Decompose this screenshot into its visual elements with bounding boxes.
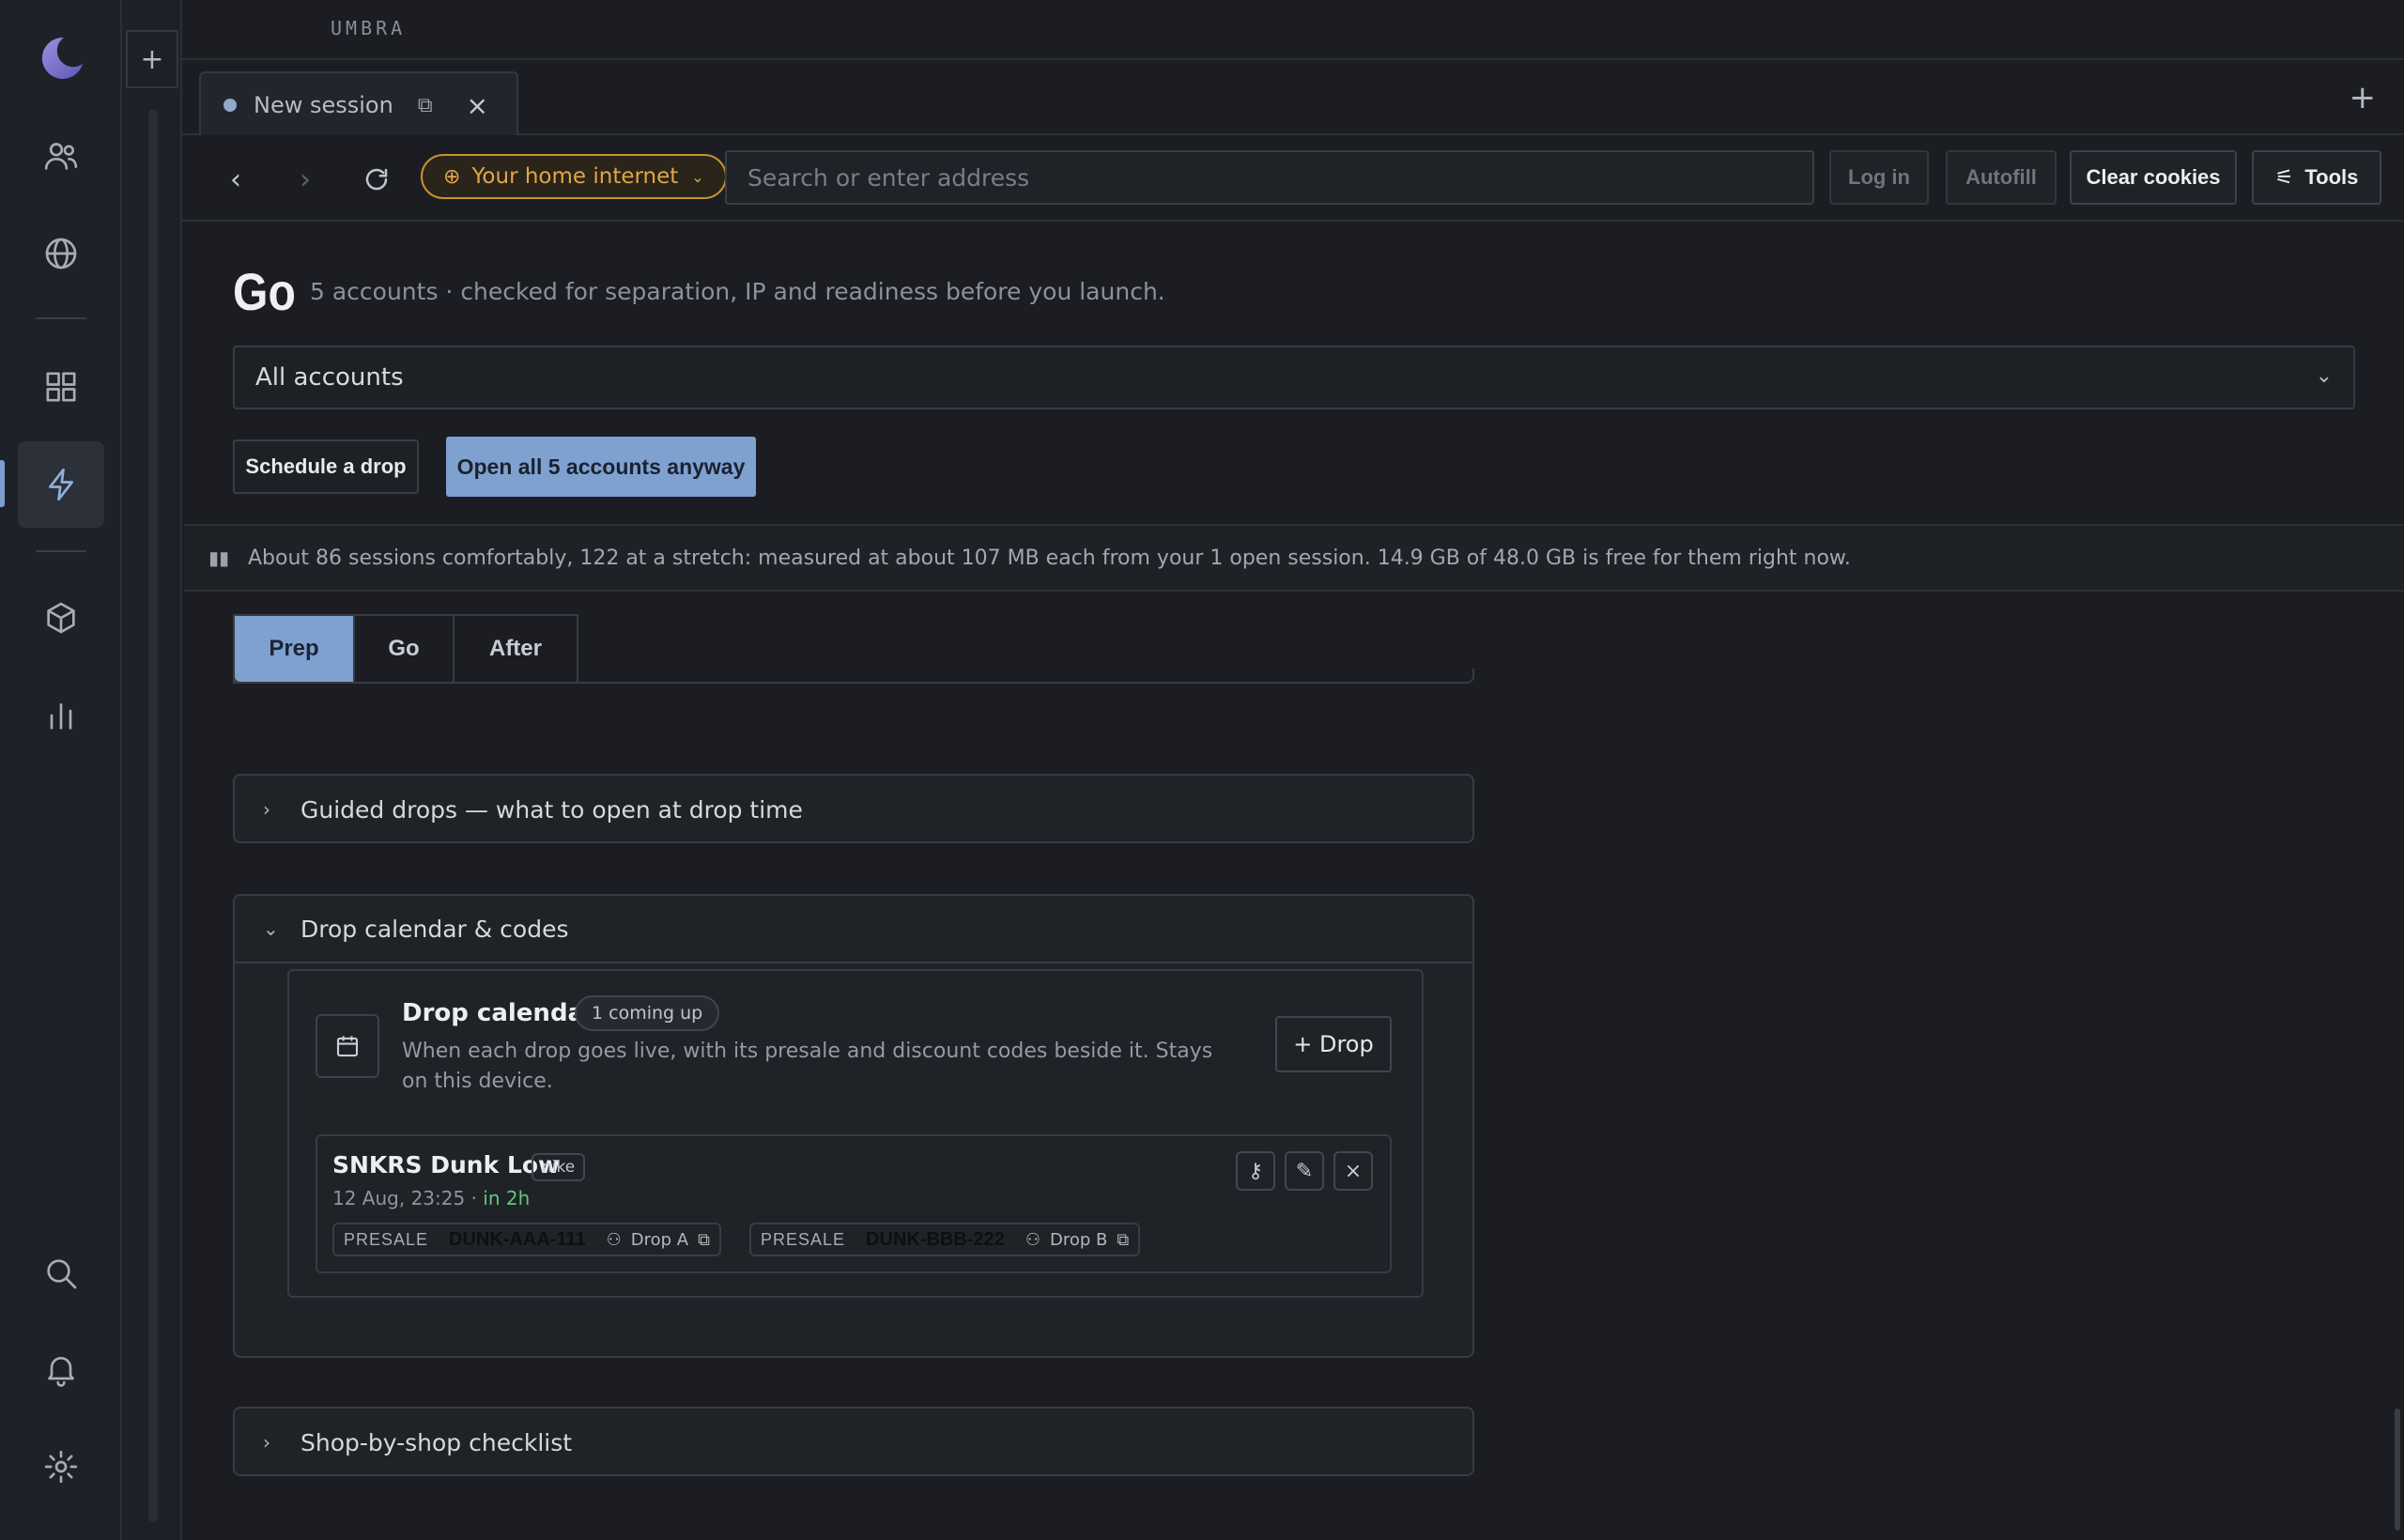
add-session-button[interactable]: + bbox=[126, 30, 178, 88]
forward-icon[interactable]: › bbox=[282, 156, 329, 203]
drop-item: SNKRS Dunk Low nike 12 Aug, 23:25 · in 2… bbox=[316, 1134, 1392, 1273]
session-strip: + bbox=[122, 0, 182, 1540]
drop-calendar-header[interactable]: ⌄ Drop calendar & codes bbox=[235, 896, 1472, 963]
tab-title: New session bbox=[254, 92, 393, 118]
logo-icon[interactable] bbox=[36, 32, 86, 83]
chevron-right-icon: › bbox=[263, 1431, 270, 1454]
tools-label: Tools bbox=[2304, 165, 2359, 189]
shop-checklist-label: Shop-by-shop checklist bbox=[300, 1428, 573, 1456]
grid-icon[interactable] bbox=[18, 344, 104, 430]
drop-calendar-title: Drop calendar bbox=[402, 999, 596, 1027]
code-assignee: Drop A bbox=[630, 1229, 689, 1250]
chevron-right-icon: › bbox=[263, 798, 270, 821]
drop-calendar-section-label: Drop calendar & codes bbox=[300, 915, 569, 943]
guided-drops-label: Guided drops — what to open at drop time bbox=[300, 795, 803, 824]
drop-countdown: in 2h bbox=[483, 1187, 531, 1209]
rail-separator bbox=[36, 317, 86, 319]
code-value: DUNK-AAA-111 bbox=[449, 1228, 586, 1250]
search-icon[interactable] bbox=[18, 1230, 104, 1317]
clear-cookies-button[interactable]: Clear cookies bbox=[2070, 150, 2237, 205]
proxy-label: Your home internet bbox=[471, 164, 679, 189]
back-icon[interactable]: ‹ bbox=[212, 156, 259, 203]
drop-name: SNKRS Dunk Low bbox=[332, 1151, 561, 1178]
sliders-icon: ⚟ bbox=[2274, 165, 2294, 189]
drop-time: 12 Aug, 23:25 · in 2h bbox=[332, 1187, 530, 1209]
capacity-info-bar: ▮▮ About 86 sessions comfortably, 122 at… bbox=[184, 524, 2404, 592]
page-title: Go bbox=[233, 262, 296, 321]
guided-drops-header[interactable]: › Guided drops — what to open at drop ti… bbox=[235, 776, 1472, 843]
tab-bar: New session ⧉ × + bbox=[182, 60, 2404, 137]
rail-separator bbox=[36, 550, 86, 552]
code-kind: PRESALE bbox=[344, 1229, 429, 1249]
account-select-value: All accounts bbox=[255, 363, 404, 392]
drop-calendar-card: Drop calendar 1 coming up When each drop… bbox=[287, 969, 1424, 1298]
chevron-down-icon: ⌄ bbox=[2315, 364, 2333, 388]
close-icon[interactable]: × bbox=[467, 90, 488, 121]
chart-icon: ▮▮ bbox=[208, 547, 230, 569]
people-icon: ⚇ bbox=[1025, 1229, 1040, 1250]
main-content: Go 5 accounts · checked for separation, … bbox=[184, 222, 2404, 1540]
app-window: + UMBRA New session ⧉ × + ‹ › ⊕ Your hom… bbox=[0, 0, 2404, 1540]
copy-icon[interactable]: ⧉ bbox=[698, 1230, 710, 1250]
title-bar: UMBRA bbox=[182, 0, 2404, 60]
page-subtitle: 5 accounts · checked for separation, IP … bbox=[310, 278, 1165, 305]
close-icon[interactable]: × bbox=[1333, 1151, 1373, 1191]
code-value: DUNK-BBB-222 bbox=[866, 1228, 1005, 1250]
capacity-text: About 86 sessions comfortably, 122 at a … bbox=[248, 546, 1851, 570]
account-select[interactable]: All accounts ⌄ bbox=[233, 346, 2355, 409]
presale-code-chip[interactable]: PRESALE DUNK-BBB-222 ⚇ Drop B ⧉ bbox=[749, 1223, 1141, 1256]
guided-drops-section[interactable]: › Guided drops — what to open at drop ti… bbox=[233, 774, 1474, 843]
copy-icon[interactable]: ⧉ bbox=[1117, 1230, 1129, 1250]
shop-checklist-header[interactable]: › Shop-by-shop checklist bbox=[235, 1409, 1472, 1476]
autofill-button[interactable]: Autofill bbox=[1946, 150, 2057, 205]
drop-calendar-section: ⌄ Drop calendar & codes Drop calendar 1 … bbox=[233, 894, 1474, 1358]
globe-icon: ⊕ bbox=[443, 164, 461, 189]
login-button[interactable]: Log in bbox=[1829, 150, 1929, 205]
edit-icon[interactable]: ✎ bbox=[1285, 1151, 1324, 1191]
tab-new-session[interactable]: New session ⧉ × bbox=[199, 71, 518, 137]
address-bar-row: ‹ › ⊕ Your home internet ⌄ Search or ent… bbox=[182, 135, 2404, 222]
chevron-down-icon: ⌄ bbox=[263, 917, 279, 940]
coming-up-badge: 1 coming up bbox=[575, 995, 720, 1031]
strip-scrollbar[interactable] bbox=[148, 109, 158, 1522]
presale-code-chip[interactable]: PRESALE DUNK-AAA-111 ⚇ Drop A ⧉ bbox=[332, 1223, 721, 1256]
chart-icon[interactable] bbox=[18, 672, 104, 759]
bell-icon[interactable] bbox=[18, 1326, 104, 1412]
drop-calendar-description: When each drop goes live, with its presa… bbox=[402, 1040, 1213, 1093]
key-icon[interactable]: ⚷ bbox=[1236, 1151, 1275, 1191]
drop-datetime: 12 Aug, 23:25 · bbox=[332, 1187, 477, 1209]
people-icon: ⚇ bbox=[606, 1229, 622, 1250]
duplicate-icon[interactable]: ⧉ bbox=[418, 94, 433, 117]
collapsed-card-edge bbox=[233, 669, 1474, 684]
rail-active-indicator bbox=[0, 460, 5, 507]
code-kind: PRESALE bbox=[761, 1229, 846, 1249]
shop-tag: nike bbox=[532, 1153, 586, 1181]
code-assignee: Drop B bbox=[1049, 1229, 1108, 1250]
add-drop-button[interactable]: + Drop bbox=[1275, 1016, 1392, 1072]
address-input[interactable]: Search or enter address bbox=[725, 150, 1814, 205]
tools-button[interactable]: ⚟ Tools bbox=[2252, 150, 2381, 205]
open-all-accounts-button[interactable]: Open all 5 accounts anyway bbox=[446, 437, 756, 497]
app-brand: UMBRA bbox=[331, 17, 407, 39]
people-icon[interactable] bbox=[18, 113, 104, 199]
bolt-icon[interactable] bbox=[18, 441, 104, 528]
main-scrollbar[interactable] bbox=[2395, 1409, 2400, 1531]
gear-icon[interactable] bbox=[18, 1424, 104, 1510]
proxy-selector[interactable]: ⊕ Your home internet ⌄ bbox=[421, 154, 727, 199]
chevron-down-icon: ⌄ bbox=[691, 167, 704, 186]
globe-icon[interactable] bbox=[18, 210, 104, 297]
reload-icon[interactable] bbox=[353, 156, 400, 203]
left-rail bbox=[0, 0, 122, 1540]
tab-status-dot bbox=[223, 99, 237, 112]
schedule-drop-button[interactable]: Schedule a drop bbox=[233, 439, 419, 494]
calendar-icon bbox=[316, 1014, 379, 1078]
shop-checklist-section[interactable]: › Shop-by-shop checklist bbox=[233, 1407, 1474, 1476]
new-tab-button[interactable]: + bbox=[2350, 79, 2377, 116]
cube-icon[interactable] bbox=[18, 575, 104, 661]
